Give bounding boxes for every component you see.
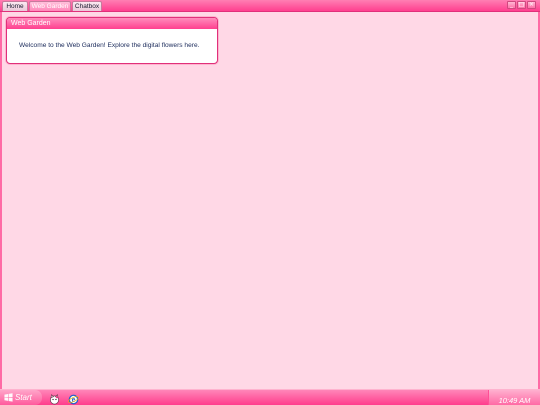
page-frame — [0, 12, 540, 389]
internet-explorer-icon[interactable]: e — [68, 392, 79, 405]
system-tray: 10:49 AM — [488, 390, 540, 405]
web-garden-window: Web Garden Welcome to the Web Garden! Ex… — [6, 17, 218, 64]
window-title[interactable]: Web Garden — [7, 18, 217, 29]
windows-logo-icon — [4, 389, 13, 405]
clock[interactable]: 10:49 AM — [499, 396, 531, 405]
welcome-message: Welcome to the Web Garden! Explore the d… — [19, 42, 200, 49]
tab-home[interactable]: Home — [2, 1, 28, 11]
window-controls: _ □ × — [507, 1, 536, 10]
start-label: Start — [15, 393, 32, 402]
tab-web-garden[interactable]: Web Garden — [29, 1, 71, 11]
close-button[interactable]: × — [527, 1, 536, 9]
tab-chatbox[interactable]: Chatbox — [72, 1, 102, 11]
start-button[interactable]: Start — [0, 390, 42, 405]
cat-icon[interactable] — [49, 392, 60, 405]
maximize-button[interactable]: □ — [517, 1, 526, 9]
minimize-button[interactable]: _ — [507, 1, 516, 9]
taskbar: Start e 10:49 AM — [0, 389, 540, 405]
desktop: Home Web Garden Chatbox _ □ × Web Garden… — [0, 0, 540, 405]
tab-bar: Home Web Garden Chatbox _ □ × — [0, 0, 540, 12]
